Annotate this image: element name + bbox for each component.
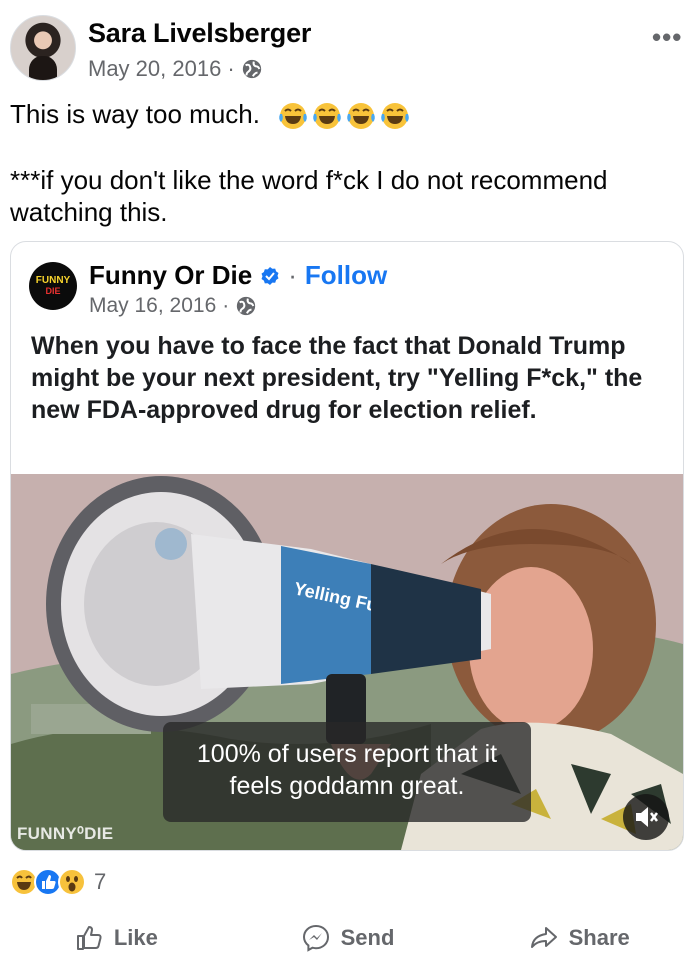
send-button[interactable]: Send — [232, 918, 464, 958]
author-avatar[interactable] — [10, 15, 76, 81]
post-meta: May 20, 2016 · — [88, 56, 263, 82]
globe-icon — [237, 296, 256, 316]
meta-separator: · — [222, 294, 230, 317]
share-button[interactable]: Share — [463, 918, 695, 958]
shared-post-card[interactable]: FUNNY DIE Funny Or Die · Follow May 16, … — [10, 241, 684, 851]
author-name[interactable]: Sara Livelsberger — [88, 18, 311, 49]
post-text-line2: ***if you don't like the word f*ck I do … — [10, 165, 608, 228]
post-date[interactable]: May 20, 2016 — [88, 56, 221, 82]
like-button[interactable]: Like — [0, 918, 232, 958]
share-arrow-icon — [530, 927, 557, 948]
follow-button[interactable]: Follow — [305, 260, 387, 291]
laughing-tears-emoji-icon — [381, 103, 410, 130]
reactions-summary[interactable]: 7 — [10, 868, 106, 896]
meta-separator: · — [227, 56, 235, 81]
reaction-count[interactable]: 7 — [94, 869, 106, 895]
video-player[interactable]: Yelling Fuck 100% of users report that i… — [11, 474, 683, 850]
emoji-group — [277, 100, 411, 132]
post-text: This is way too much. ***if you don't li… — [10, 98, 680, 228]
like-label: Like — [113, 925, 158, 950]
muted-speaker-icon — [636, 807, 658, 827]
shared-page-name[interactable]: Funny Or Die — [89, 260, 252, 291]
logo-text-bottom: DIE — [45, 286, 61, 296]
shared-post-meta: May 16, 2016 · — [89, 294, 257, 318]
share-label: Share — [568, 925, 630, 950]
follow-separator: · — [288, 260, 297, 290]
shared-page-header: Funny Or Die · Follow — [89, 260, 387, 291]
shared-post-text: When you have to face the fact that Dona… — [31, 332, 643, 424]
verified-badge-icon — [261, 266, 279, 285]
thumbs-up-icon — [76, 926, 102, 950]
more-options-button[interactable]: ••• — [652, 22, 682, 53]
video-caption: 100% of users report that it feels godda… — [163, 722, 531, 822]
globe-icon — [242, 59, 261, 79]
send-label: Send — [340, 925, 395, 950]
mute-button[interactable] — [623, 794, 669, 840]
shared-post-date[interactable]: May 16, 2016 — [89, 294, 216, 318]
laughing-tears-emoji-icon — [279, 103, 308, 130]
wow-reaction-icon — [58, 868, 86, 896]
logo-text-top: FUNNY — [35, 275, 71, 286]
post-text-line1: This is way too much. — [10, 99, 260, 129]
page-logo[interactable]: FUNNY DIE — [29, 262, 77, 310]
messenger-icon — [302, 924, 329, 952]
video-watermark: FUNNY⁰DIE — [17, 824, 114, 843]
laughing-tears-emoji-icon — [313, 103, 342, 130]
action-bar: Like Send Share — [0, 918, 695, 958]
laughing-tears-emoji-icon — [347, 103, 376, 130]
